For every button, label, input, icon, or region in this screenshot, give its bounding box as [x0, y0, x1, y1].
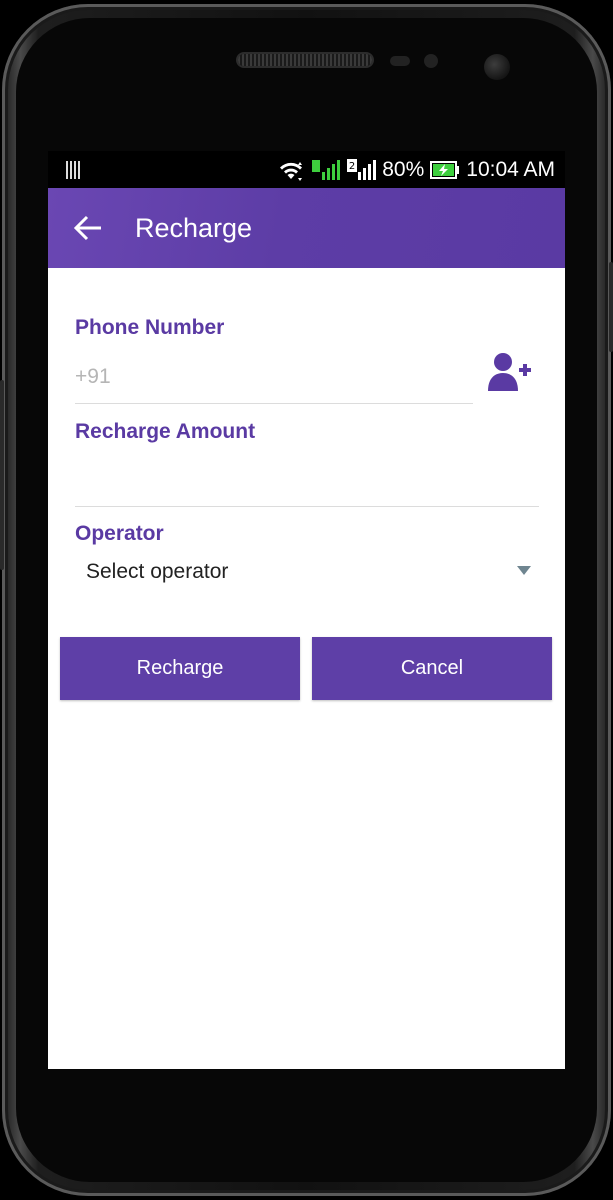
operator-select[interactable]: Select operator — [75, 553, 539, 591]
cancel-button[interactable]: Cancel — [312, 637, 552, 700]
sim1-signal-icon — [312, 159, 341, 180]
battery-percent: 80% — [382, 157, 425, 181]
earpiece-speaker — [238, 54, 372, 66]
app-screen: 2 80% 10:04 AM Recharge Phone Number +91… — [48, 151, 565, 1069]
front-camera — [484, 54, 510, 80]
phone-number-underline — [75, 403, 473, 404]
power-button — [609, 262, 613, 352]
sim2-signal-icon: 2 — [347, 158, 377, 180]
notification-icon — [66, 161, 82, 179]
recharge-amount-underline — [75, 506, 539, 507]
sim2-label: 2 — [349, 161, 355, 172]
status-bar: 2 80% 10:04 AM — [48, 151, 565, 188]
wifi-icon — [280, 161, 303, 181]
operator-label: Operator — [75, 522, 164, 545]
phone-number-label: Phone Number — [75, 316, 225, 339]
page-title: Recharge — [135, 213, 253, 243]
proximity-sensor — [390, 56, 410, 66]
recharge-amount-label: Recharge Amount — [75, 420, 256, 443]
status-time: 10:04 AM — [466, 157, 555, 181]
recharge-button[interactable]: Recharge — [60, 637, 300, 700]
status-icons: 2 80% 10:04 AM — [278, 151, 555, 188]
phone-number-input[interactable] — [75, 359, 473, 395]
recharge-amount-input[interactable] — [75, 461, 539, 497]
operator-selected-value: Select operator — [86, 560, 229, 583]
battery-charging-icon — [430, 160, 460, 179]
add-contact-icon[interactable] — [486, 351, 532, 393]
volume-button — [0, 380, 4, 570]
app-bar: Recharge — [48, 188, 565, 268]
arrow-left-icon[interactable] — [74, 215, 102, 241]
light-sensor — [424, 54, 438, 68]
triangle-down-icon — [517, 566, 531, 575]
